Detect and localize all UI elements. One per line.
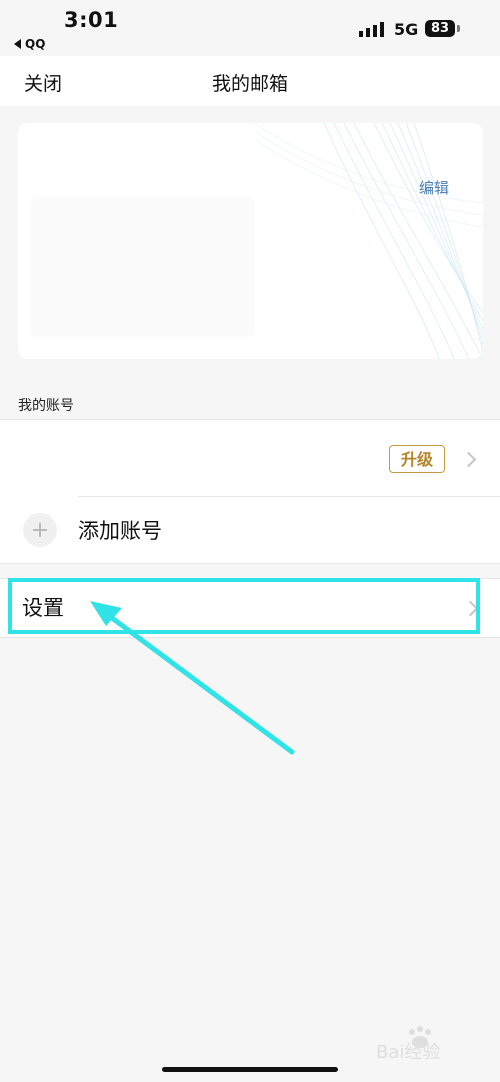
add-account-label: 添加账号: [78, 519, 162, 543]
nav-header: 关闭 我的邮箱: [0, 56, 500, 106]
back-app-label: QQ: [25, 37, 46, 51]
banner-blurred-area: [30, 197, 255, 337]
plus-icon: [23, 513, 57, 547]
settings-label: 设置: [22, 596, 64, 620]
battery-icon: 83: [425, 20, 455, 37]
baidu-watermark-logo: Bai经验: [376, 1026, 440, 1062]
watermark-text: Bai经验: [376, 1042, 440, 1062]
section-label-my-accounts: 我的账号: [18, 398, 74, 414]
upgrade-button[interactable]: 升级: [389, 445, 445, 473]
add-account-row[interactable]: 添加账号: [0, 497, 500, 563]
battery-cap: [457, 25, 460, 32]
chevron-right-icon: [460, 451, 477, 468]
account-list: 升级 添加账号 设置: [0, 419, 500, 638]
status-bar: 3:01 QQ 5G 83: [0, 0, 500, 56]
section-gap: [0, 563, 500, 579]
network-type: 5G: [394, 20, 419, 39]
back-triangle-icon: [14, 39, 21, 49]
chevron-right-icon: [462, 600, 479, 617]
cellular-signal-icon: [359, 22, 384, 37]
back-to-app-link[interactable]: QQ: [14, 37, 45, 51]
status-time: 3:01: [64, 8, 119, 32]
battery-level: 83: [430, 21, 450, 36]
edit-button[interactable]: 编辑: [419, 177, 449, 198]
home-indicator[interactable]: [162, 1067, 338, 1072]
profile-banner-card: 编辑: [18, 123, 483, 359]
account-row[interactable]: 升级: [0, 420, 500, 497]
banner-wave-pattern: [254, 123, 483, 359]
settings-row[interactable]: 设置: [0, 579, 500, 638]
page-title: 我的邮箱: [211, 73, 288, 95]
